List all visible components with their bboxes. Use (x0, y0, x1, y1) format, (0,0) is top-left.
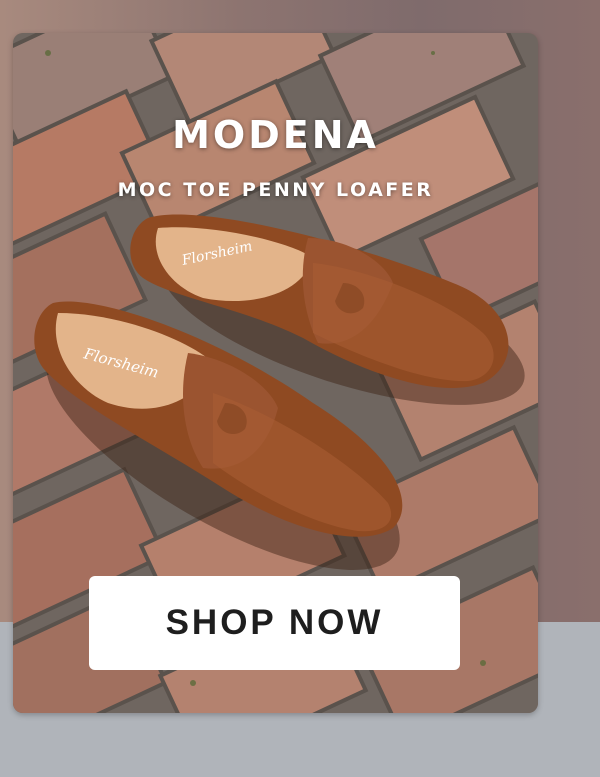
product-name: MODENA (172, 113, 379, 157)
product-subtitle: MOC TOE PENNY LOAFER (117, 179, 434, 201)
shop-now-button[interactable]: SHOP NOW (89, 576, 460, 670)
promo-card[interactable]: Florsheim Florsheim MODENA MOC TOE PENNY… (13, 33, 538, 713)
